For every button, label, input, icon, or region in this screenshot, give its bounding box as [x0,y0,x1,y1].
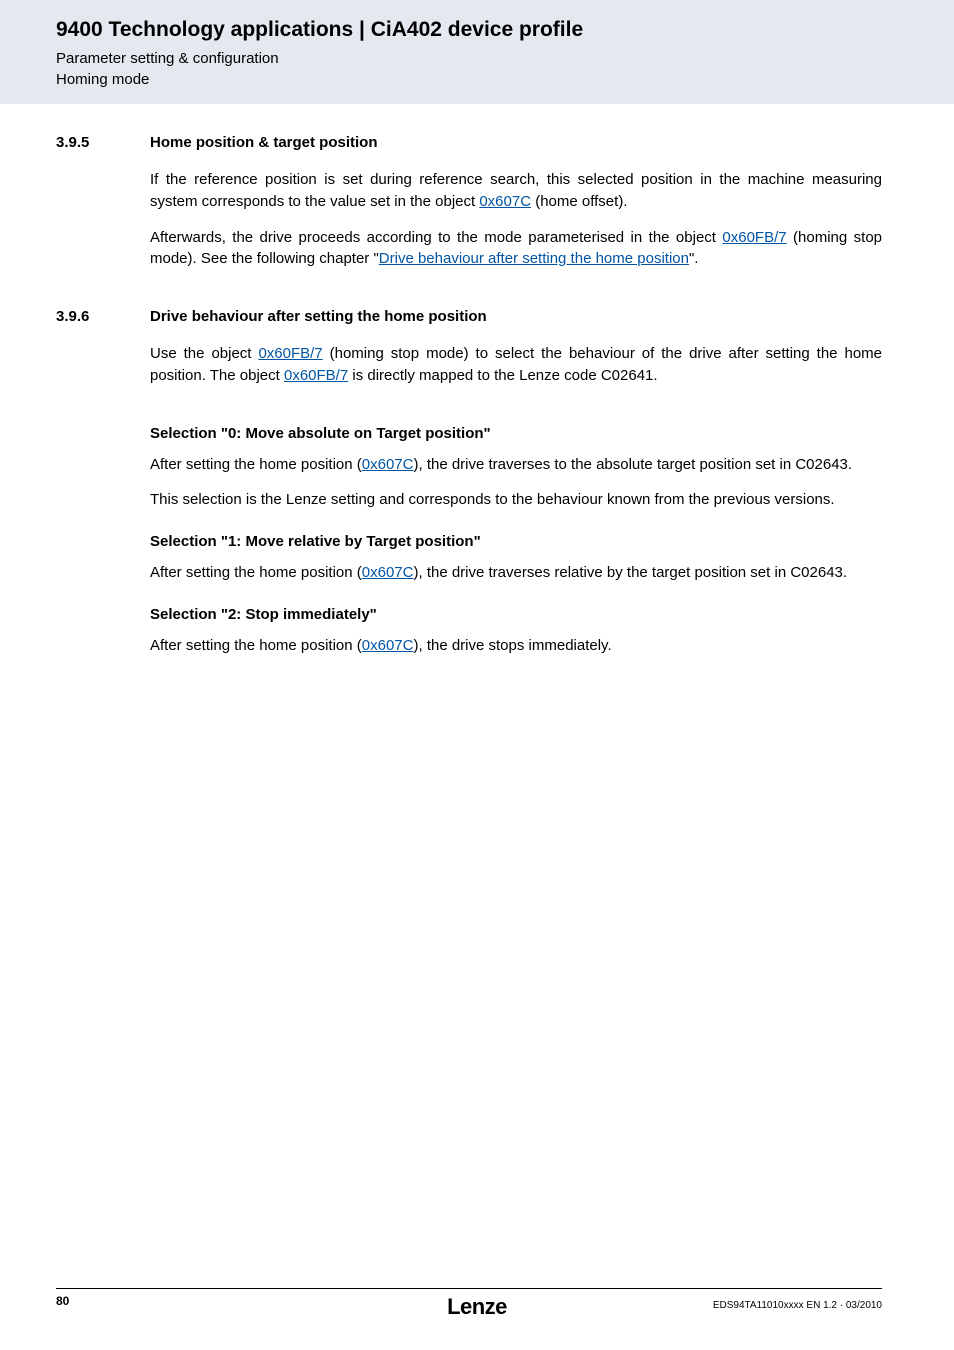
section-body: Drive behaviour after setting the home p… [150,308,882,401]
section-body: Home position & target position If the re… [150,134,882,284]
subsection-heading: Selection "1: Move relative by Target po… [150,533,882,550]
subsection: Selection "2: Stop immediately" After set… [150,606,882,657]
doc-sub1: Parameter setting & configuration [56,48,954,69]
paragraph: Use the object 0x60FB/7 (homing stop mod… [150,343,882,387]
paragraph: After setting the home position (0x607C)… [150,454,882,476]
subsection: Selection "0: Move absolute on Target po… [150,425,882,512]
section-number: 3.9.6 [56,308,150,401]
doc-link[interactable]: Drive behaviour after setting the home p… [379,250,689,267]
footer: 80 Lenze EDS94TA11010xxxx EN 1.2 · 03/20… [0,1294,954,1324]
page-number: 80 [56,1294,69,1308]
paragraph: Afterwards, the drive proceeds according… [150,227,882,271]
paragraph: If the reference position is set during … [150,169,882,213]
footer-docid: EDS94TA11010xxxx EN 1.2 · 03/2010 [713,1300,882,1311]
doc-sub2: Homing mode [56,69,954,90]
footer-rule [56,1288,882,1289]
subsection-heading: Selection "2: Stop immediately" [150,606,882,623]
doc-link[interactable]: 0x607C [362,564,414,581]
subsection: Selection "1: Move relative by Target po… [150,533,882,584]
section-number: 3.9.5 [56,134,150,284]
doc-link[interactable]: 0x607C [362,456,414,473]
section: 3.9.6Drive behaviour after setting the h… [56,308,882,401]
doc-link[interactable]: 0x60FB/7 [722,229,786,246]
doc-link[interactable]: 0x60FB/7 [258,345,322,362]
doc-title: 9400 Technology applications | CiA402 de… [56,18,954,42]
doc-link[interactable]: 0x607C [479,193,531,210]
subsection-heading: Selection "0: Move absolute on Target po… [150,425,882,442]
doc-link[interactable]: 0x607C [362,637,414,654]
doc-link[interactable]: 0x60FB/7 [284,367,348,384]
paragraph: After setting the home position (0x607C)… [150,635,882,657]
section-heading: Home position & target position [150,134,882,151]
paragraph: This selection is the Lenze setting and … [150,489,882,511]
section-heading: Drive behaviour after setting the home p… [150,308,882,325]
section: 3.9.5Home position & target position If t… [56,134,882,284]
header-band: 9400 Technology applications | CiA402 de… [0,0,954,104]
content-area: 3.9.5Home position & target position If t… [0,104,954,657]
paragraph: After setting the home position (0x607C)… [150,562,882,584]
footer-logo: Lenze [447,1294,507,1320]
